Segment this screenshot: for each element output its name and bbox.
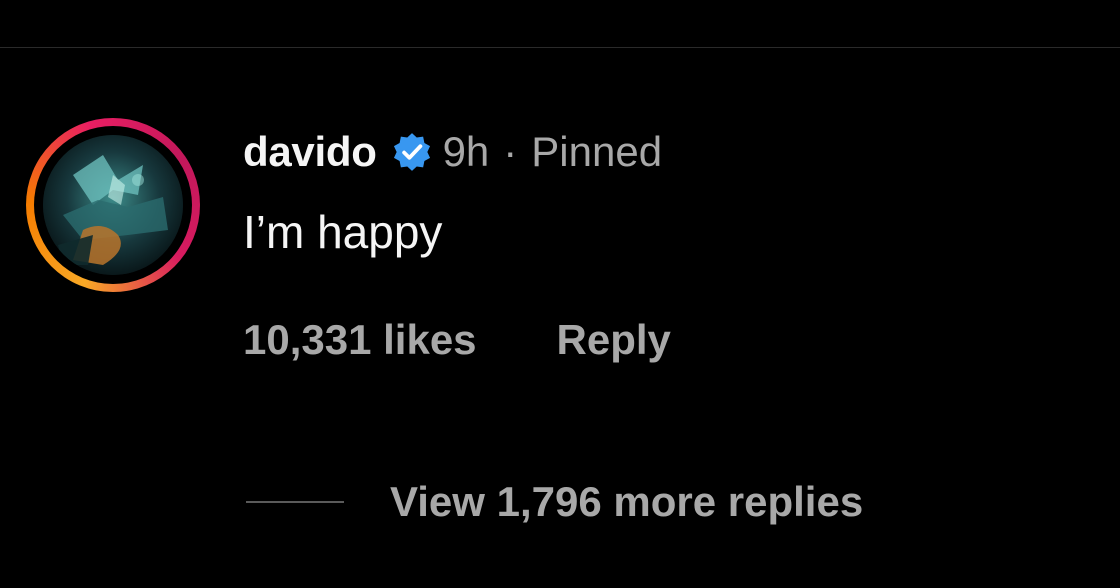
comment-header: davido 9h · Pinned — [243, 124, 1063, 180]
username[interactable]: davido — [243, 124, 377, 180]
replies-divider-line — [246, 501, 344, 503]
avatar[interactable] — [43, 135, 183, 275]
comment-time: 9h — [442, 128, 490, 175]
comment-text: I’m happy — [243, 206, 443, 258]
top-divider — [0, 47, 1120, 48]
meta-separator: · — [503, 128, 518, 175]
pinned-label: Pinned — [531, 128, 663, 175]
verified-badge-icon — [391, 131, 433, 173]
reply-button[interactable]: Reply — [557, 312, 671, 368]
comment: davido 9h · Pinned I’m happy — [243, 124, 1063, 262]
likes-count[interactable]: 10,331 likes — [243, 312, 477, 368]
view-replies-button[interactable]: View 1,796 more replies — [390, 474, 863, 530]
avatar-image — [43, 135, 183, 275]
comment-actions: 10,331 likes Reply — [243, 312, 671, 368]
view-replies-row[interactable]: View 1,796 more replies — [246, 474, 863, 530]
